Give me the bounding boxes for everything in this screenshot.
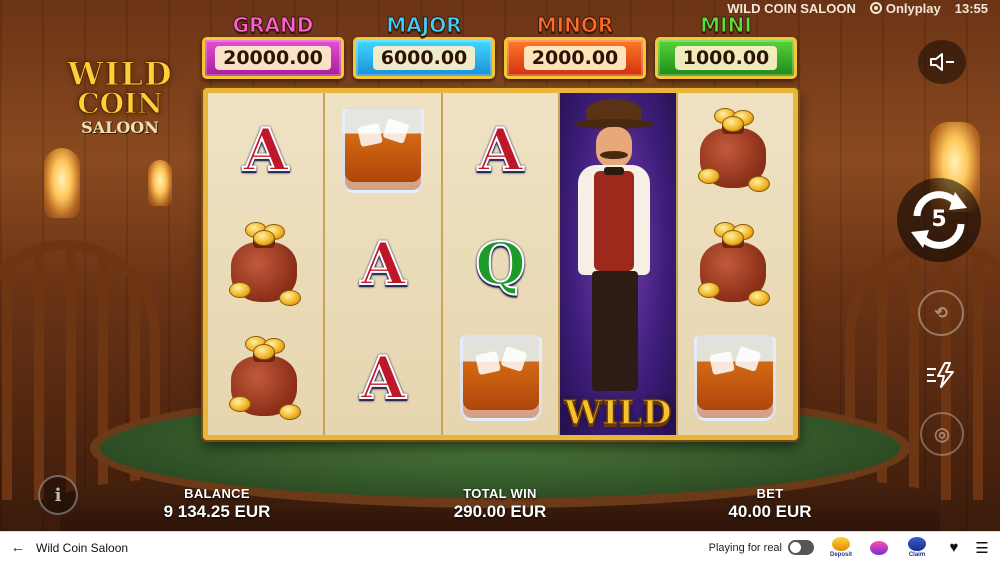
reel-1: A xyxy=(208,93,326,435)
whiskey-glass-symbol xyxy=(459,335,542,421)
turbo-icon xyxy=(927,362,954,388)
reel-2: A A xyxy=(325,93,443,435)
jackpot-grand-value: 20000.00 xyxy=(215,46,331,70)
jackpot-major-title: MAJOR xyxy=(386,13,462,37)
reel-4-wild: WILD xyxy=(560,93,678,435)
bet-display[interactable]: BET 40.00 EUR xyxy=(705,486,835,522)
whiskey-glass-symbol xyxy=(342,107,425,193)
promo-jackpotz-claim[interactable]: Claim xyxy=(902,534,932,562)
balance-display: BALANCE 9 134.25 EUR xyxy=(152,486,282,522)
coin-bag-symbol xyxy=(223,334,309,422)
jackpot-mini: MINI 1000.00 xyxy=(655,14,797,79)
total-win-label: TOTAL WIN xyxy=(463,486,537,501)
provider-name: Onlyplay xyxy=(885,0,941,16)
reel-cell: A xyxy=(325,321,440,435)
sound-button[interactable] xyxy=(918,40,966,84)
lamp-left xyxy=(44,148,80,218)
bottom-bar: ← Wild Coin Saloon Playing for real Depo… xyxy=(0,531,1000,563)
ace-symbol: A xyxy=(360,344,407,412)
jackpot-major: MAJOR 6000.00 xyxy=(353,14,495,79)
provider: Onlyplay xyxy=(869,0,941,16)
reel-cell xyxy=(443,321,558,435)
ace-symbol: A xyxy=(360,230,407,298)
turbo-button[interactable] xyxy=(918,352,964,398)
total-win-display: TOTAL WIN 290.00 EUR xyxy=(425,486,575,522)
promo-bonus-deposit[interactable]: Deposit xyxy=(826,534,856,562)
reel-cell xyxy=(208,321,323,435)
balance-value: 9 134.25 EUR xyxy=(163,502,271,521)
reel-cell: A xyxy=(325,207,440,321)
logo-line-wild: WILD xyxy=(67,55,173,93)
jackpot-mini-title: MINI xyxy=(700,13,753,37)
reel-cell xyxy=(208,207,323,321)
promo-bonus-text: Deposit xyxy=(829,552,852,558)
jackpot-major-box: 6000.00 xyxy=(353,37,495,79)
autoplay-button[interactable]: ⟲ xyxy=(918,290,964,336)
jackpot-minor-title: MINOR xyxy=(536,13,614,37)
heart-icon: ♥ xyxy=(949,539,959,556)
info-button[interactable]: i xyxy=(38,475,78,515)
reel-cell: A xyxy=(208,93,323,207)
autoplay-icon: ⟲ xyxy=(934,305,948,322)
logo-line-saloon: SALOON xyxy=(81,118,159,137)
jackpot-mini-box: 1000.00 xyxy=(655,37,797,79)
jackpot-grand-box: 20000.00 xyxy=(202,37,344,79)
cowboy-wild-symbol xyxy=(568,99,660,399)
provider-logo-icon xyxy=(869,2,882,14)
stake-button[interactable]: ◎ xyxy=(920,412,964,456)
game-canvas: WILD COIN SALOON WILD COIN SALOON Onlypl… xyxy=(0,0,1000,531)
back-arrow-icon: ← xyxy=(10,539,26,556)
reel-grid: A A A A Q WILD xyxy=(203,88,798,440)
spins-remaining: 5 xyxy=(931,207,947,232)
jackpot-minor-box: 2000.00 xyxy=(504,37,646,79)
jackpot-major-value: 6000.00 xyxy=(372,46,476,70)
reel-3: A Q xyxy=(442,93,561,435)
reel-5 xyxy=(677,93,794,435)
reel-cell xyxy=(678,93,793,207)
queen-symbol: Q xyxy=(474,230,527,298)
coin-bag-symbol xyxy=(692,106,778,194)
promo-jackpotz-text: Claim xyxy=(908,552,926,558)
favorite-button[interactable]: ♥ xyxy=(940,532,968,563)
jackpot-mini-value: 1000.00 xyxy=(674,46,778,70)
reel-cell xyxy=(678,321,793,435)
balance-label: BALANCE xyxy=(184,486,250,501)
ace-symbol: A xyxy=(477,116,524,184)
prize-badge-icon xyxy=(870,540,888,555)
sound-off-icon xyxy=(930,53,954,71)
playing-for-real-label: Playing for real xyxy=(708,541,782,554)
menu-icon: ☰ xyxy=(975,539,989,557)
info-icon: i xyxy=(54,484,62,506)
logo-line-coin: COIN xyxy=(77,87,163,120)
total-win-value: 290.00 EUR xyxy=(453,502,547,521)
back-button[interactable]: ← xyxy=(0,532,36,563)
spin-button[interactable]: 5 xyxy=(897,178,981,262)
promo-prize-drops[interactable] xyxy=(864,534,894,562)
reel-cell xyxy=(678,207,793,321)
jackpot-minor-value: 2000.00 xyxy=(523,46,627,70)
whiskey-glass-symbol xyxy=(694,335,777,421)
coin-stack-icon: ◎ xyxy=(934,423,950,444)
menu-button[interactable]: ☰ xyxy=(968,532,996,563)
bonus-badge-icon xyxy=(832,537,850,551)
bottom-bar-title: Wild Coin Saloon xyxy=(36,540,129,555)
ace-symbol: A xyxy=(242,116,289,184)
game-logo: WILD COIN SALOON xyxy=(40,58,200,152)
jackpotz-badge-icon xyxy=(908,537,926,551)
coin-bag-symbol xyxy=(223,220,309,308)
clock: 13:55 xyxy=(954,0,988,16)
jackpot-grand-title: GRAND xyxy=(232,13,314,37)
reel-cell xyxy=(325,93,440,207)
play-for-real-toggle[interactable] xyxy=(788,540,814,555)
jackpot-grand: GRAND 20000.00 xyxy=(202,14,344,79)
wild-label: WILD xyxy=(563,392,672,434)
bet-label: BET xyxy=(756,486,784,501)
reel-cell: A xyxy=(443,93,558,207)
bet-value[interactable]: 40.00 EUR xyxy=(705,502,835,522)
coin-bag-symbol xyxy=(692,220,778,308)
reel-cell: Q xyxy=(443,207,558,321)
jackpot-minor: MINOR 2000.00 xyxy=(504,14,646,79)
lamp-left-small xyxy=(148,160,172,206)
